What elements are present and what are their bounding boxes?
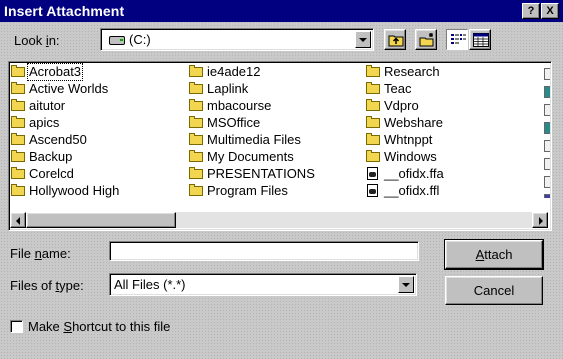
drive-icon (109, 36, 125, 45)
create-new-folder-button[interactable] (415, 29, 437, 50)
item-label: My Documents (207, 149, 294, 164)
item-label: Whtnppt (384, 132, 433, 147)
item-label: Backup (29, 149, 73, 164)
item-label: Corelcd (29, 166, 74, 181)
details-view-button[interactable] (469, 29, 491, 50)
item-label: apics (29, 115, 60, 130)
up-one-level-button[interactable] (384, 29, 406, 50)
folder-icon (11, 133, 25, 145)
folder-icon (189, 99, 203, 111)
file-name-label: File name: (10, 246, 71, 261)
item-label: __ofidx.ffa (384, 166, 444, 181)
close-button[interactable]: X (541, 3, 559, 19)
folder-icon (11, 65, 25, 77)
folder-icon (11, 116, 25, 128)
folder-icon (366, 99, 380, 111)
folder-icon (366, 133, 380, 145)
look-in-label: Look in: (14, 33, 60, 48)
list-view-button[interactable] (446, 29, 468, 50)
chevron-down-icon[interactable] (355, 31, 371, 48)
item-label: Teac (384, 81, 412, 96)
horizontal-scrollbar[interactable] (10, 212, 548, 228)
folder-icon (189, 167, 203, 179)
title-bar[interactable]: Insert Attachment ? X (0, 0, 563, 22)
item-label: __ofidx.ffl (384, 183, 440, 198)
folder-icon (366, 65, 380, 77)
folder-icon (189, 65, 203, 77)
folder-icon (189, 150, 203, 162)
create-new-folder-icon (419, 33, 434, 47)
folder-icon (366, 82, 380, 94)
file-name-input[interactable] (109, 241, 419, 261)
item-label: mbacourse (207, 98, 272, 113)
item-label: ie4ade12 (207, 64, 261, 79)
make-shortcut-checkbox[interactable] (10, 320, 23, 333)
item-label: Vdpro (384, 98, 419, 113)
folder-icon (189, 184, 203, 196)
attach-button[interactable]: Attach (444, 239, 544, 270)
item-label: Acrobat3 (26, 63, 84, 81)
up-one-level-icon (388, 35, 404, 47)
folder-icon (11, 150, 25, 162)
scroll-thumb[interactable] (26, 212, 176, 228)
window-title: Insert Attachment (4, 3, 125, 19)
file-type-value: All Files (*.*) (114, 277, 186, 292)
folder-icon (189, 116, 203, 128)
item-label: Ascend50 (29, 132, 87, 147)
help-button[interactable]: ? (522, 3, 540, 19)
folder-icon (189, 133, 203, 145)
make-shortcut-label[interactable]: Make Shortcut to this file (28, 319, 170, 334)
folder-icon (11, 99, 25, 111)
scroll-right-button[interactable] (532, 212, 548, 228)
chevron-down-icon[interactable] (398, 276, 414, 293)
cancel-button[interactable]: Cancel (445, 276, 543, 305)
folder-icon (11, 82, 25, 94)
file-type-label: Files of type: (10, 278, 84, 293)
item-label: Webshare (384, 115, 444, 130)
item-label: PRESENTATIONS (207, 166, 315, 181)
scroll-left-button[interactable] (10, 212, 26, 228)
folder-icon (11, 167, 25, 179)
document-icon (367, 184, 378, 197)
item-label: Windows (384, 149, 437, 164)
file-type-dropdown[interactable]: All Files (*.*) (109, 273, 417, 296)
item-label: Laplink (207, 81, 249, 96)
list-view-icon (451, 34, 466, 44)
clipped-column (544, 68, 550, 198)
look-in-value: (C:) (129, 32, 151, 47)
file-list[interactable]: Acrobat3 Active Worlds aitutor apics Ascend5… (8, 61, 552, 231)
item-label: aitutor (29, 98, 66, 113)
item-label: Hollywood High (29, 183, 120, 198)
document-icon (367, 167, 378, 180)
folder-icon (189, 82, 203, 94)
item-label: Multimedia Files (207, 132, 301, 147)
item-label: Program Files (207, 183, 288, 198)
item-label: MSOffice (207, 115, 261, 130)
folder-icon (11, 184, 25, 196)
folder-icon (366, 150, 380, 162)
folder-icon (366, 116, 380, 128)
details-view-icon (473, 33, 489, 47)
item-label: Active Worlds (29, 81, 109, 96)
look-in-dropdown[interactable]: (C:) (100, 28, 374, 51)
item-label: Research (384, 64, 440, 79)
